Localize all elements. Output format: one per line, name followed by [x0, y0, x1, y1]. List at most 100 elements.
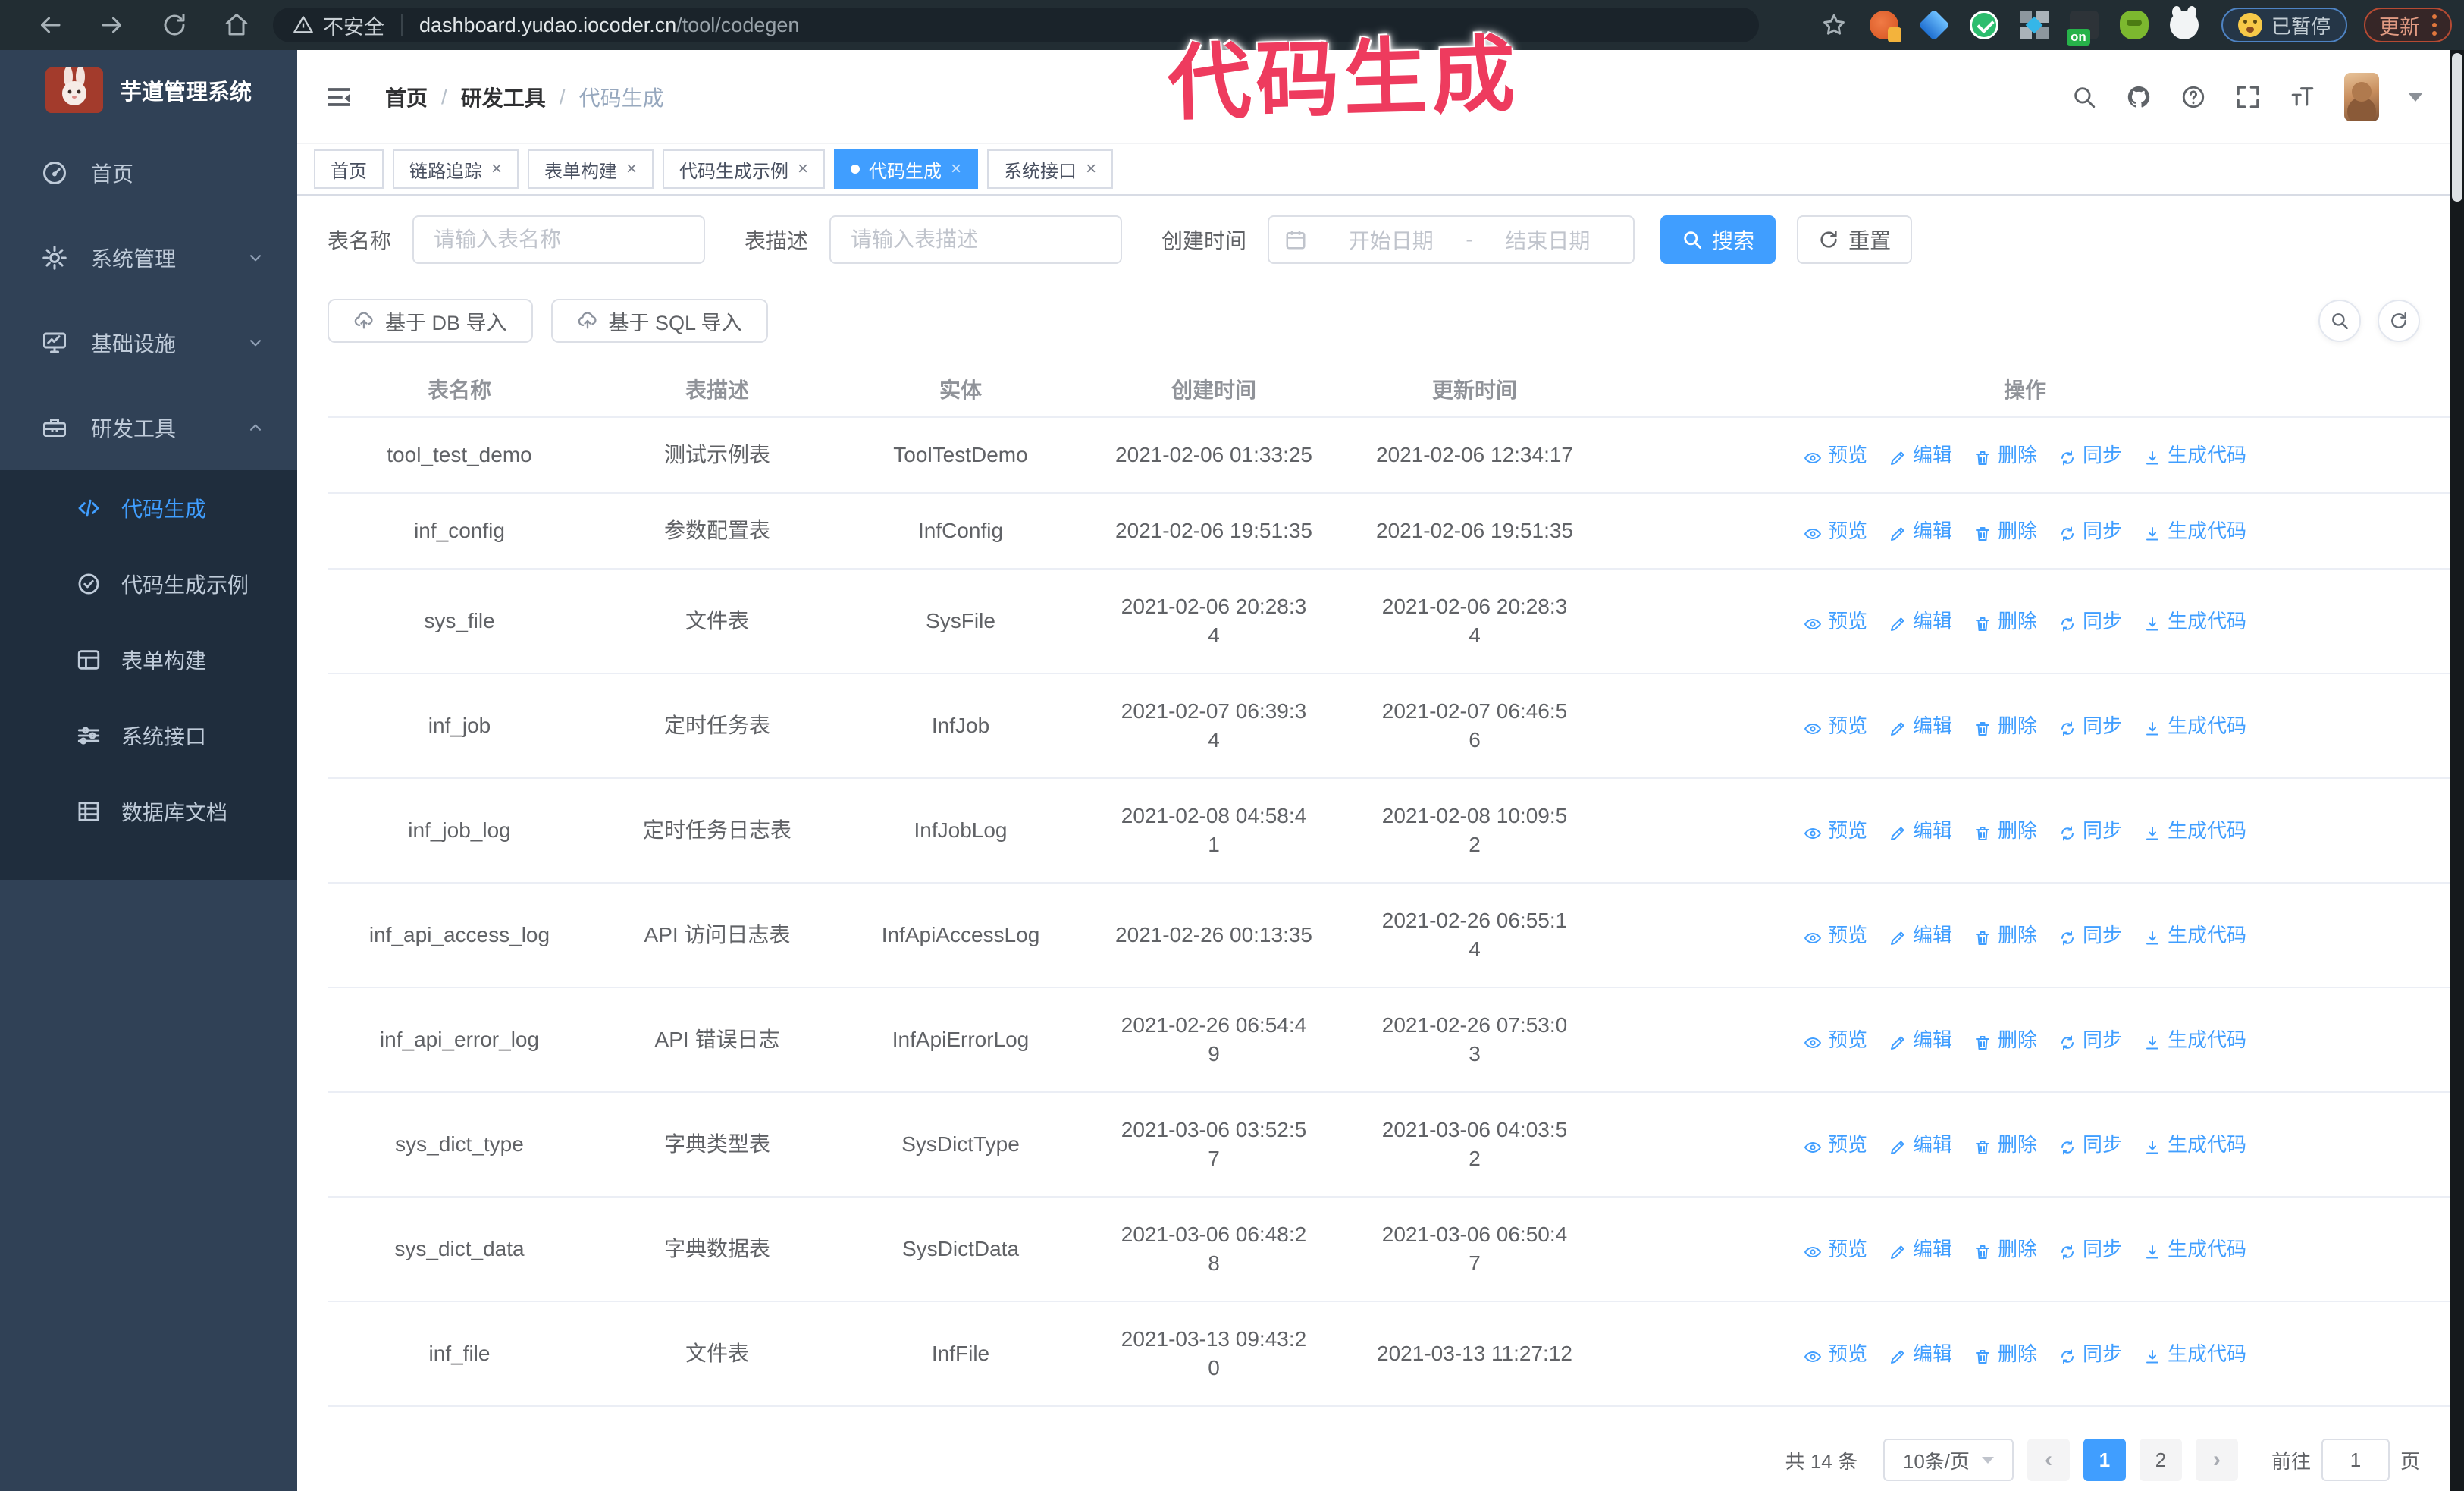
white-paw-extension-icon[interactable]	[2169, 6, 2199, 39]
sidebar-item-infra[interactable]: 基础设施	[0, 300, 297, 385]
delete-action-link[interactable]: 删除	[1973, 1130, 2037, 1159]
edit-action-link[interactable]: 编辑	[1889, 516, 1952, 545]
delete-action-link[interactable]: 删除	[1973, 711, 2037, 740]
toggle-search-button[interactable]	[2318, 300, 2361, 342]
close-icon[interactable]: ×	[626, 160, 637, 178]
hamburger-icon[interactable]	[324, 83, 353, 111]
app-logo[interactable]: 芋道管理系统	[0, 50, 297, 130]
eye-action-link[interactable]: 预览	[1804, 711, 1867, 740]
eye-action-link[interactable]: 预览	[1804, 607, 1867, 636]
generate-code-action-link[interactable]: 生成代码	[2143, 1339, 2246, 1368]
generate-code-action-link[interactable]: 生成代码	[2143, 607, 2246, 636]
delete-action-link[interactable]: 删除	[1973, 1339, 2037, 1368]
sync-action-link[interactable]: 同步	[2058, 921, 2122, 950]
date-end-placeholder[interactable]: 结束日期	[1478, 224, 1618, 255]
tab-2[interactable]: 表单构建 ×	[528, 149, 654, 189]
sync-action-link[interactable]: 同步	[2058, 816, 2122, 845]
sidebar-item-system[interactable]: 系统管理	[0, 215, 297, 300]
submenu-item-4[interactable]: 数据库文档	[0, 774, 297, 849]
grid-blue-extension-icon[interactable]	[2019, 11, 2049, 39]
home-icon[interactable]	[223, 11, 250, 39]
search-icon[interactable]	[2071, 84, 2097, 110]
sync-action-link[interactable]: 同步	[2058, 516, 2122, 545]
sync-action-link[interactable]: 同步	[2058, 1130, 2122, 1159]
sync-action-link[interactable]: 同步	[2058, 1235, 2122, 1263]
bookmark-star-icon[interactable]	[1821, 12, 1847, 38]
chevron-down-icon[interactable]	[2408, 92, 2423, 102]
close-icon[interactable]: ×	[1086, 160, 1096, 178]
edit-action-link[interactable]: 编辑	[1889, 1339, 1952, 1368]
edit-action-link[interactable]: 编辑	[1889, 1235, 1952, 1263]
green-check-extension-icon[interactable]	[1969, 11, 1998, 39]
tab-5[interactable]: 系统接口 ×	[987, 149, 1114, 189]
delete-action-link[interactable]: 删除	[1973, 607, 2037, 636]
edit-action-link[interactable]: 编辑	[1889, 816, 1952, 845]
github-icon[interactable]	[2126, 84, 2152, 110]
delete-action-link[interactable]: 删除	[1973, 1025, 2037, 1054]
generate-code-action-link[interactable]: 生成代码	[2143, 441, 2246, 469]
forward-icon[interactable]	[99, 11, 126, 39]
date-range-picker[interactable]: 开始日期 - 结束日期	[1268, 215, 1635, 264]
generate-code-action-link[interactable]: 生成代码	[2143, 711, 2246, 740]
edit-action-link[interactable]: 编辑	[1889, 607, 1952, 636]
eye-action-link[interactable]: 预览	[1804, 1025, 1867, 1054]
delete-action-link[interactable]: 删除	[1973, 1235, 2037, 1263]
sidebar-item-home[interactable]: 首页	[0, 130, 297, 215]
green-robot-extension-icon[interactable]	[2119, 11, 2149, 39]
eye-action-link[interactable]: 预览	[1804, 516, 1867, 545]
tab-4-active[interactable]: 代码生成 ×	[834, 149, 979, 189]
eye-action-link[interactable]: 预览	[1804, 1130, 1867, 1159]
url-bar[interactable]: 不安全 dashboard.yudao.iocoder.cn/tool/code…	[273, 8, 1759, 42]
sync-action-link[interactable]: 同步	[2058, 607, 2122, 636]
eye-action-link[interactable]: 预览	[1804, 1235, 1867, 1263]
reset-button[interactable]: 重置	[1797, 215, 1913, 264]
fullscreen-icon[interactable]	[2235, 84, 2261, 110]
import-db-button[interactable]: 基于 DB 导入	[328, 299, 533, 343]
submenu-item-0[interactable]: 代码生成	[0, 470, 297, 546]
table-desc-input[interactable]	[829, 215, 1123, 264]
help-icon[interactable]	[2180, 84, 2206, 110]
blue-gem-extension-icon[interactable]	[1918, 9, 1950, 41]
sidebar-item-devtools[interactable]: 研发工具	[0, 385, 297, 470]
close-icon[interactable]: ×	[951, 160, 961, 178]
close-icon[interactable]: ×	[798, 160, 808, 178]
refresh-table-button[interactable]	[2378, 300, 2420, 342]
back-icon[interactable]	[36, 11, 64, 39]
avatar[interactable]	[2344, 72, 2379, 121]
generate-code-action-link[interactable]: 生成代码	[2143, 921, 2246, 950]
delete-action-link[interactable]: 删除	[1973, 516, 2037, 545]
security-label[interactable]: 不安全	[323, 11, 384, 40]
edit-action-link[interactable]: 编辑	[1889, 441, 1952, 469]
goto-page-input[interactable]	[2321, 1439, 2390, 1481]
close-icon[interactable]: ×	[491, 160, 502, 178]
edit-action-link[interactable]: 编辑	[1889, 1025, 1952, 1054]
eye-action-link[interactable]: 预览	[1804, 441, 1867, 469]
next-page-button[interactable]: ›	[2195, 1439, 2238, 1481]
on-badge-extension-icon[interactable]: on	[2066, 11, 2099, 46]
page-button-2[interactable]: 2	[2139, 1439, 2182, 1481]
kebab-menu-icon[interactable]	[2432, 14, 2437, 36]
edit-action-link[interactable]: 编辑	[1889, 711, 1952, 740]
generate-code-action-link[interactable]: 生成代码	[2143, 516, 2246, 545]
tab-0[interactable]: 首页	[314, 149, 384, 189]
generate-code-action-link[interactable]: 生成代码	[2143, 1130, 2246, 1159]
submenu-item-2[interactable]: 表单构建	[0, 622, 297, 698]
edit-action-link[interactable]: 编辑	[1889, 1130, 1952, 1159]
eye-action-link[interactable]: 预览	[1804, 1339, 1867, 1368]
tab-1[interactable]: 链路追踪 ×	[393, 149, 519, 189]
breadcrumb-item-1[interactable]: 研发工具	[461, 82, 546, 112]
delete-action-link[interactable]: 删除	[1973, 816, 2037, 845]
delete-action-link[interactable]: 删除	[1973, 441, 2037, 469]
reload-icon[interactable]	[161, 11, 188, 39]
orange-circle-extension-icon[interactable]	[1869, 11, 1901, 42]
eye-action-link[interactable]: 预览	[1804, 816, 1867, 845]
sync-action-link[interactable]: 同步	[2058, 1025, 2122, 1054]
scrollbar-thumb[interactable]	[2452, 53, 2462, 202]
generate-code-action-link[interactable]: 生成代码	[2143, 816, 2246, 845]
prev-page-button[interactable]: ‹	[2027, 1439, 2070, 1481]
breadcrumb-item-0[interactable]: 首页	[385, 82, 428, 112]
sync-action-link[interactable]: 同步	[2058, 1339, 2122, 1368]
sync-action-link[interactable]: 同步	[2058, 441, 2122, 469]
eye-action-link[interactable]: 预览	[1804, 921, 1867, 950]
date-start-placeholder[interactable]: 开始日期	[1321, 224, 1461, 255]
